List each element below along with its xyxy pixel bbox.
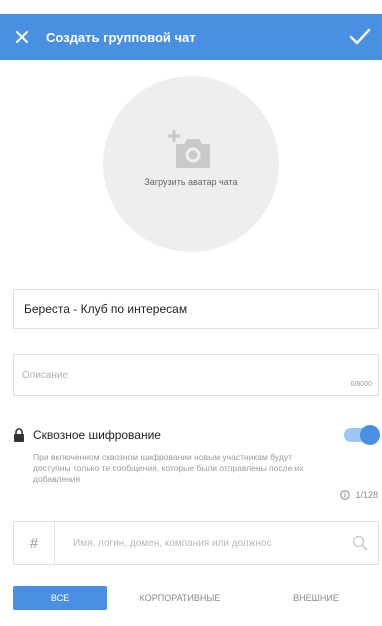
member-search-input[interactable] [55,522,346,564]
encryption-label: Сквозное шифрование [33,428,161,442]
toggle-knob [360,425,380,445]
close-icon [16,31,28,43]
page-title: Создать групповой чат [46,29,196,45]
participants-count: 1/128 [355,490,378,500]
tab-all[interactable]: Все [13,586,107,610]
tab-corporate[interactable]: Корпоративные [107,586,253,610]
chat-name-value: Береста - Клуб по интересам [24,302,188,316]
description-placeholder: Описание [22,370,69,381]
close-button[interactable] [0,14,44,60]
description-counter: 0/8000 [350,381,372,388]
encryption-row: Сквозное шифрование [13,425,380,445]
participants-limit: 1/128 [340,490,378,500]
add-photo-icon [168,130,210,168]
encryption-hint: При включенном сквозном шифровании новым… [33,452,304,484]
chat-name-field[interactable]: Береста - Клуб по интересам [13,289,379,329]
avatar-upload[interactable]: Загрузить аватар чата [103,76,279,252]
check-icon [349,28,371,45]
encryption-toggle[interactable] [344,425,380,445]
tab-external[interactable]: Внешние [253,586,379,610]
lock-icon [14,428,24,442]
info-icon [340,490,351,500]
confirm-button[interactable] [338,14,382,60]
avatar-upload-label: Загрузить аватар чата [144,177,238,187]
contact-tabs: Все Корпоративные Внешние [13,586,379,610]
member-search: # [13,521,379,565]
hash-prefix: # [14,522,55,564]
search-icon[interactable] [352,535,368,551]
description-field[interactable]: Описание 0/8000 [13,354,379,396]
app-header: Создать групповой чат [0,14,382,60]
